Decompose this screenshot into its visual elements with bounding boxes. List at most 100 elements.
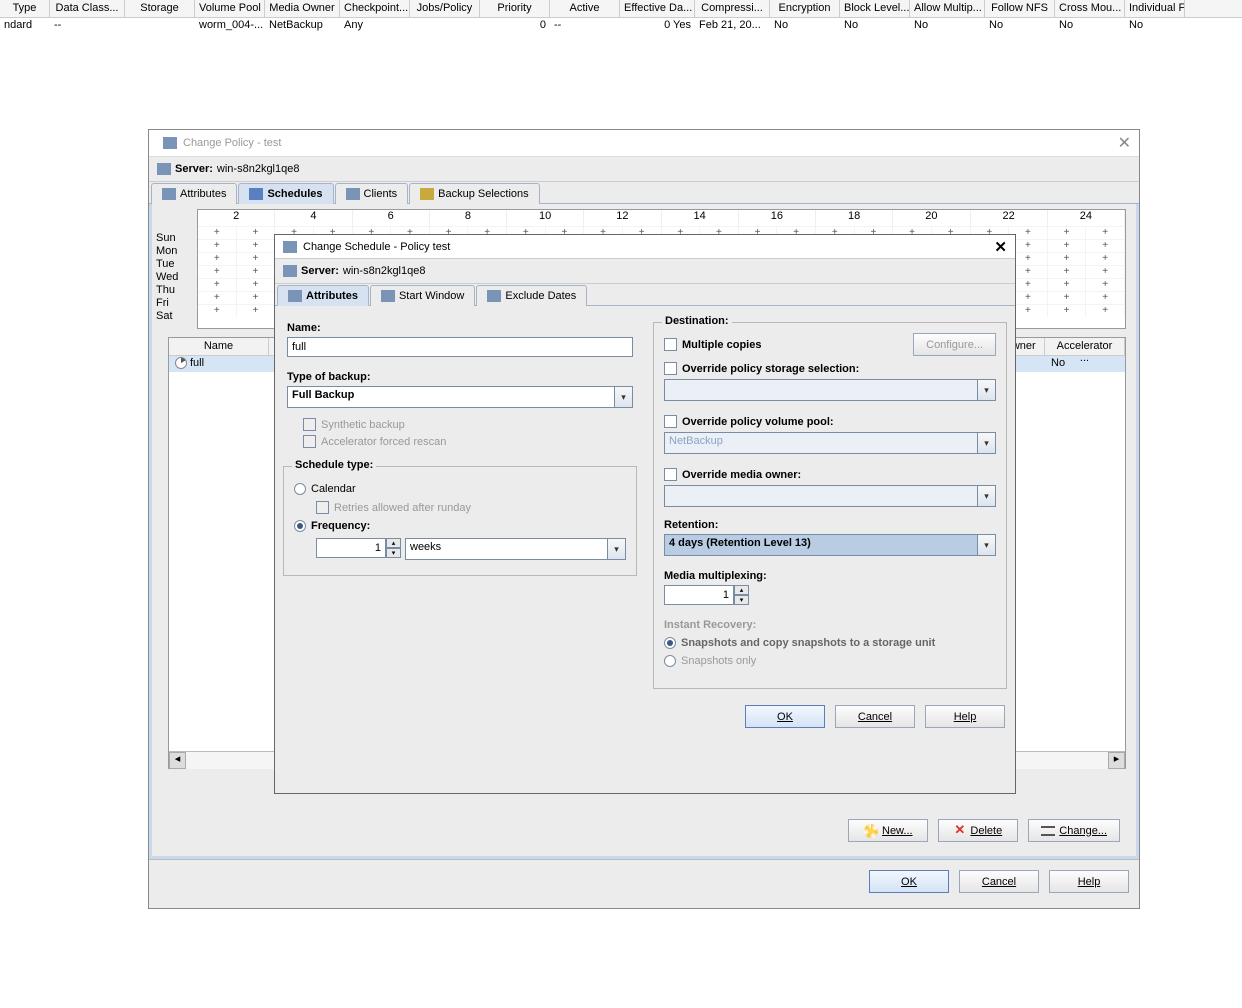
inner-server-row: Server: win-s8n2kgl1qe8 bbox=[275, 259, 1015, 284]
col-follownfs[interactable]: Follow NFS bbox=[985, 0, 1055, 17]
spin-up-icon[interactable]: ▴ bbox=[386, 538, 401, 548]
retention-label: Retention: bbox=[664, 519, 996, 531]
media-multiplex-input[interactable] bbox=[664, 585, 734, 605]
tab-exclude-dates[interactable]: Exclude Dates bbox=[476, 285, 587, 306]
retries-checkbox: Retries allowed after runday bbox=[294, 501, 626, 514]
server-label: Server: bbox=[175, 163, 213, 175]
col-accelerator[interactable]: Accelerator ... bbox=[1045, 338, 1125, 355]
tab-backup-selections[interactable]: Backup Selections bbox=[409, 183, 540, 204]
configure-button: Configure... bbox=[913, 333, 996, 356]
cancel-button[interactable]: Cancel bbox=[959, 870, 1039, 893]
server-icon bbox=[157, 163, 171, 175]
dialog-title: Change Policy - test bbox=[183, 137, 281, 149]
frequency-value-input[interactable] bbox=[316, 538, 386, 558]
col-jobspolicy[interactable]: Jobs/Policy bbox=[410, 0, 480, 17]
type-label: Type of backup: bbox=[287, 371, 633, 383]
frequency-radio[interactable]: Frequency: bbox=[294, 520, 626, 532]
chevron-down-icon[interactable] bbox=[615, 386, 633, 408]
grid-row[interactable]: ndard -- worm_004-... NetBackup Any 0 --… bbox=[0, 18, 1242, 34]
inner-cancel-button[interactable]: Cancel bbox=[835, 705, 915, 728]
media-multiplex-spinner[interactable]: ▴▾ bbox=[664, 585, 749, 605]
app-icon bbox=[283, 241, 297, 253]
server-name: win-s8n2kgl1qe8 bbox=[343, 265, 426, 277]
schedule-icon bbox=[175, 357, 187, 369]
new-button[interactable]: New... bbox=[848, 819, 928, 842]
col-volumepool[interactable]: Volume Pool bbox=[195, 0, 265, 17]
checkbox-icon bbox=[303, 435, 316, 448]
server-label: Server: bbox=[301, 265, 339, 277]
delete-button[interactable]: ✕Delete bbox=[938, 819, 1018, 842]
name-label: Name: bbox=[287, 322, 633, 334]
col-compression[interactable]: Compressi... bbox=[695, 0, 770, 17]
col-encryption[interactable]: Encryption bbox=[770, 0, 840, 17]
change-button[interactable]: Change... bbox=[1028, 819, 1120, 842]
chevron-down-icon[interactable] bbox=[608, 538, 626, 560]
col-allowmultip[interactable]: Allow Multip... bbox=[910, 0, 985, 17]
attributes-icon bbox=[288, 290, 302, 302]
checkbox-icon bbox=[316, 501, 329, 514]
dialog-titlebar[interactable]: Change Policy - test ✕ bbox=[149, 130, 1139, 157]
grid-header: Type Data Class... Storage Volume Pool M… bbox=[0, 0, 1242, 18]
radio-icon bbox=[294, 520, 306, 532]
change-schedule-dialog: Change Schedule - Policy test ✕ Server: … bbox=[274, 234, 1016, 794]
tab-schedules[interactable]: Schedules bbox=[238, 183, 333, 204]
inner-ok-button[interactable]: OK bbox=[745, 705, 825, 728]
col-active[interactable]: Active bbox=[550, 0, 620, 17]
col-storage[interactable]: Storage bbox=[125, 0, 195, 17]
close-icon[interactable]: ✕ bbox=[1118, 133, 1131, 153]
app-icon bbox=[163, 137, 177, 149]
storage-combo bbox=[664, 379, 996, 401]
override-storage-checkbox[interactable]: Override policy storage selection: bbox=[664, 362, 996, 375]
server-row: Server: win-s8n2kgl1qe8 bbox=[149, 157, 1139, 182]
media-owner-combo bbox=[664, 485, 996, 507]
help-button[interactable]: Help bbox=[1049, 870, 1129, 893]
col-effectivedate[interactable]: Effective Da... bbox=[620, 0, 695, 17]
chevron-down-icon[interactable] bbox=[978, 534, 996, 556]
chevron-down-icon bbox=[978, 379, 996, 401]
tab-attributes[interactable]: Attributes bbox=[151, 183, 237, 204]
snapshots-only-radio: Snapshots only bbox=[664, 655, 996, 667]
inner-tabstrip: Attributes Start Window Exclude Dates bbox=[275, 284, 1015, 306]
chevron-down-icon bbox=[978, 432, 996, 454]
backup-type-combo[interactable]: Full Backup bbox=[287, 386, 633, 408]
tab-start-window[interactable]: Start Window bbox=[370, 285, 475, 306]
col-blocklevel[interactable]: Block Level... bbox=[840, 0, 910, 17]
override-volume-checkbox[interactable]: Override policy volume pool: bbox=[664, 415, 996, 428]
col-name[interactable]: Name bbox=[169, 338, 269, 355]
radio-icon bbox=[664, 655, 676, 667]
start-window-icon bbox=[381, 290, 395, 302]
inner-help-button[interactable]: Help bbox=[925, 705, 1005, 728]
retention-combo[interactable]: 4 days (Retention Level 13) bbox=[664, 534, 996, 556]
multiple-copies-checkbox[interactable]: Multiple copies bbox=[664, 338, 761, 351]
col-type[interactable]: Type bbox=[0, 0, 50, 17]
scroll-right-icon[interactable]: ▸ bbox=[1108, 752, 1125, 769]
override-media-checkbox[interactable]: Override media owner: bbox=[664, 468, 996, 481]
calendar-radio[interactable]: Calendar bbox=[294, 483, 626, 495]
frequency-spinner[interactable]: ▴▾ bbox=[316, 538, 401, 558]
spin-down-icon[interactable]: ▾ bbox=[386, 548, 401, 558]
col-individual[interactable]: Individual F bbox=[1125, 0, 1185, 17]
attributes-icon bbox=[162, 188, 176, 200]
accelerator-rescan-checkbox: Accelerator forced rescan bbox=[303, 435, 633, 448]
day-labels: Sun Mon Tue Wed Thu Fri Sat bbox=[156, 232, 182, 323]
server-icon bbox=[283, 265, 297, 277]
col-mediaowner[interactable]: Media Owner bbox=[265, 0, 340, 17]
scroll-left-icon[interactable]: ◂ bbox=[169, 752, 186, 769]
spin-up-icon[interactable]: ▴ bbox=[734, 585, 749, 595]
inner-title-text: Change Schedule - Policy test bbox=[303, 241, 450, 253]
spin-down-icon[interactable]: ▾ bbox=[734, 595, 749, 605]
frequency-unit-combo[interactable]: weeks bbox=[405, 538, 626, 560]
ok-button[interactable]: OK bbox=[869, 870, 949, 893]
name-input[interactable] bbox=[287, 337, 633, 357]
tab-clients[interactable]: Clients bbox=[335, 183, 409, 204]
col-crossmount[interactable]: Cross Mou... bbox=[1055, 0, 1125, 17]
col-checkpoint[interactable]: Checkpoint... bbox=[340, 0, 410, 17]
col-dataclass[interactable]: Data Class... bbox=[50, 0, 125, 17]
tab-sched-attributes[interactable]: Attributes bbox=[277, 285, 369, 306]
change-icon bbox=[1041, 826, 1055, 836]
volume-combo: NetBackup bbox=[664, 432, 996, 454]
close-icon[interactable]: ✕ bbox=[994, 238, 1007, 256]
inner-titlebar[interactable]: Change Schedule - Policy test ✕ bbox=[275, 235, 1015, 259]
col-priority[interactable]: Priority bbox=[480, 0, 550, 17]
clients-icon bbox=[346, 188, 360, 200]
